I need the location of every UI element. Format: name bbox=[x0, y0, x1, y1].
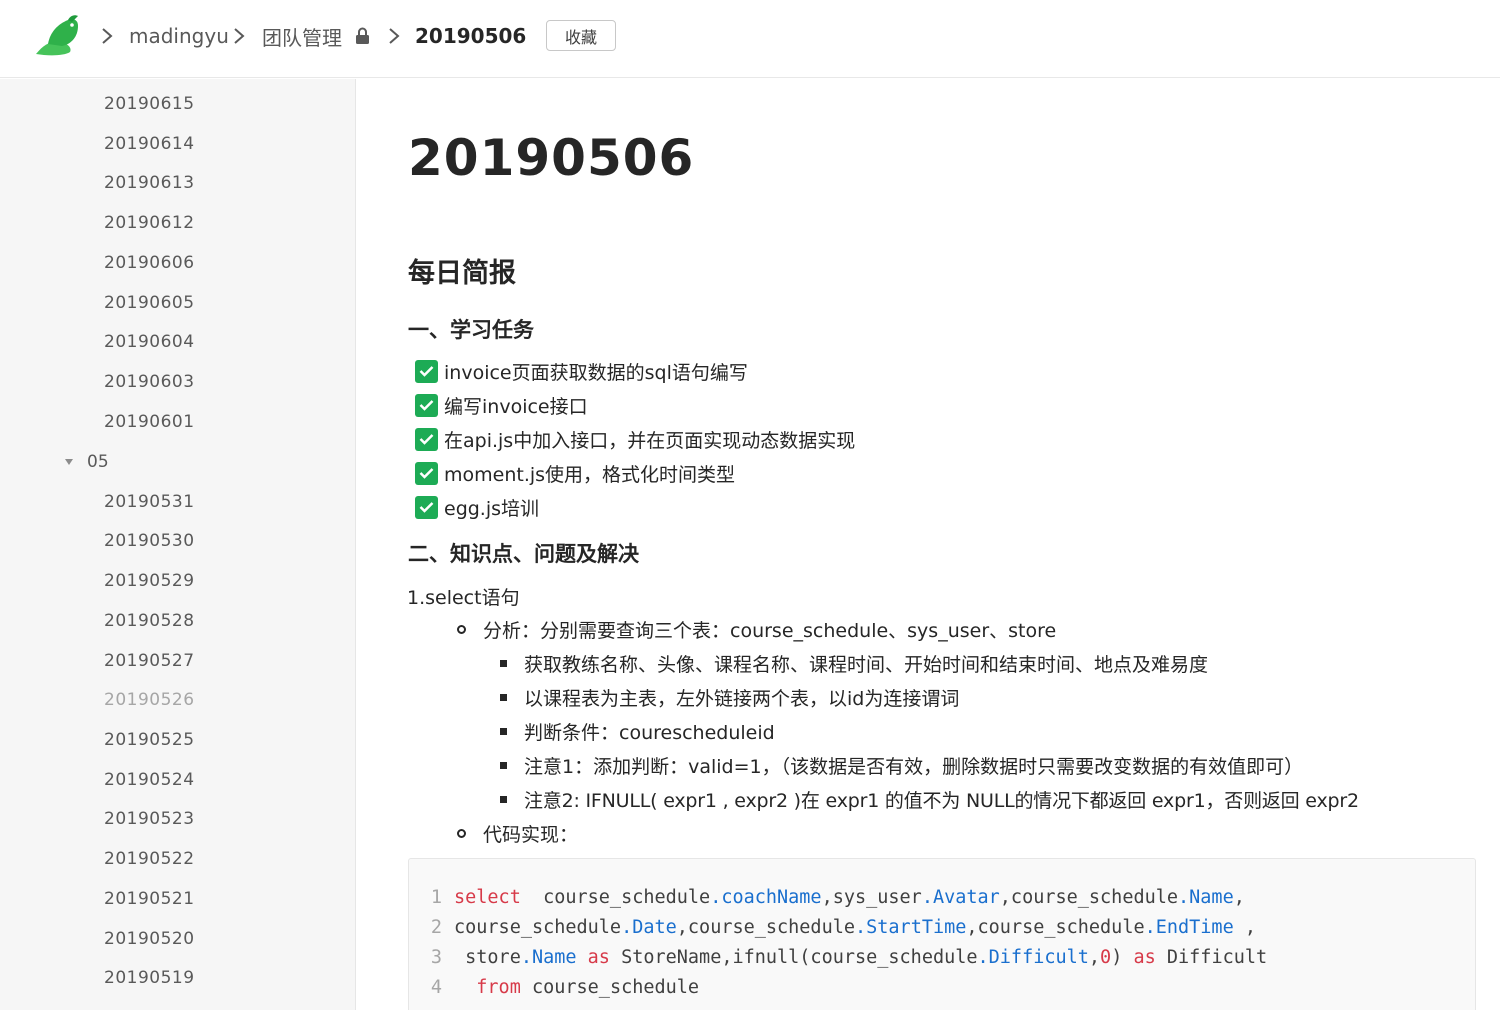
task-item: invoice页面获取数据的sql语句编写 bbox=[415, 357, 748, 385]
task-label: invoice页面获取数据的sql语句编写 bbox=[444, 361, 748, 384]
sidebar-item[interactable]: 20190520 bbox=[104, 927, 195, 951]
favorite-button[interactable]: 收藏 bbox=[546, 20, 616, 51]
checkbox-checked-icon[interactable] bbox=[415, 427, 438, 451]
list-item-text: 获取教练名称、头像、课程名称、课程时间、开始时间和结束时间、地点及难易度 bbox=[524, 653, 1209, 676]
list-item-analysis: 分析：分别需要查询三个表：course_schedule、sys_user、st… bbox=[457, 615, 1056, 643]
sidebar-item[interactable]: 20190601 bbox=[104, 410, 195, 434]
line-number: 3 bbox=[430, 947, 442, 968]
hollow-bullet-icon bbox=[457, 828, 466, 838]
code-line: 1 select course_schedule.coachName,sys_us… bbox=[409, 885, 1245, 911]
sidebar-item[interactable]: 20190528 bbox=[104, 609, 195, 633]
heading-knowledge: 二、知识点、问题及解决 bbox=[408, 542, 639, 566]
top-header: madingyu 团队管理 20190506 收藏 bbox=[0, 0, 1500, 78]
breadcrumb-team[interactable]: 团队管理 bbox=[262, 22, 342, 50]
line-number: 2 bbox=[430, 917, 442, 938]
checkbox-checked-icon[interactable] bbox=[415, 461, 438, 485]
sidebar-item[interactable]: 20190522 bbox=[104, 847, 195, 871]
line-number: 4 bbox=[430, 977, 442, 998]
list-item: 注意1：添加判断：valid=1，（该数据是否有效，删除数据时只需要改变数据的有… bbox=[500, 751, 1303, 779]
sidebar-item[interactable]: 20190523 bbox=[104, 807, 195, 831]
sidebar-item[interactable]: 20190613 bbox=[104, 171, 195, 195]
task-item: egg.js培训 bbox=[415, 493, 539, 521]
sidebar-item[interactable]: 20190519 bbox=[104, 966, 195, 990]
sidebar-group-label: 05 bbox=[87, 452, 109, 472]
list-item-text: 以课程表为主表，左外链接两个表，以id为连接谓词 bbox=[524, 687, 960, 710]
task-label: 编写invoice接口 bbox=[444, 395, 588, 418]
sidebar-item[interactable]: 20190604 bbox=[104, 330, 195, 354]
list-item: 判断条件：courescheduleid bbox=[500, 717, 775, 745]
square-bullet-icon bbox=[500, 727, 507, 735]
sidebar-item[interactable]: 20190531 bbox=[104, 490, 195, 514]
checkbox-checked-icon[interactable] bbox=[415, 359, 438, 383]
code-line: 4 from course_schedule bbox=[409, 975, 699, 1001]
sidebar-item[interactable]: 20190605 bbox=[104, 291, 195, 315]
task-label: 在api.js中加入接口，并在页面实现动态数据实现 bbox=[444, 429, 856, 452]
code-text: course_schedule.Date,course_schedule.Sta… bbox=[454, 917, 1256, 938]
logo-bird-icon[interactable] bbox=[34, 14, 82, 58]
task-item: 在api.js中加入接口，并在页面实现动态数据实现 bbox=[415, 425, 855, 453]
page-title: 20190506 bbox=[408, 129, 695, 187]
square-bullet-icon bbox=[500, 761, 507, 769]
sidebar-doc-tree: 20190615 20190614 20190613 20190612 2019… bbox=[0, 79, 356, 1010]
task-label: egg.js培训 bbox=[444, 497, 540, 520]
sidebar-item[interactable]: 20190529 bbox=[104, 569, 195, 593]
square-bullet-icon bbox=[500, 795, 507, 803]
code-line: 2 course_schedule.Date,course_schedule.St… bbox=[409, 915, 1256, 941]
paragraph-select: 1.select语句 bbox=[407, 587, 520, 609]
breadcrumb-user[interactable]: madingyu bbox=[129, 22, 229, 50]
caret-down-icon bbox=[65, 459, 73, 465]
sidebar-item[interactable]: 20190612 bbox=[104, 211, 195, 235]
sidebar-item[interactable]: 20190524 bbox=[104, 768, 195, 792]
document-body: 20190506 每日简报 一、学习任务 invoice页面获取数据的sql语句… bbox=[357, 79, 1500, 1010]
list-item-text: 分析：分别需要查询三个表：course_schedule、sys_user、st… bbox=[483, 619, 1057, 642]
task-item: moment.js使用，格式化时间类型 bbox=[415, 459, 735, 487]
sidebar-item[interactable]: 20190614 bbox=[104, 132, 195, 156]
list-item-text: 判断条件：courescheduleid bbox=[524, 721, 775, 744]
lock-icon bbox=[356, 27, 369, 44]
code-text: store.Name as StoreName,ifnull(course_sc… bbox=[454, 947, 1268, 968]
code-line: 3 store.Name as StoreName,ifnull(course_… bbox=[409, 945, 1267, 971]
sidebar-item[interactable]: 20190525 bbox=[104, 728, 195, 752]
sidebar-group-toggle[interactable]: 05 bbox=[62, 450, 109, 474]
code-block[interactable]: 1 select course_schedule.coachName,sys_us… bbox=[408, 858, 1476, 1010]
code-text: from course_schedule bbox=[476, 977, 700, 998]
square-bullet-icon bbox=[500, 693, 507, 701]
sidebar-item[interactable]: 20190530 bbox=[104, 529, 195, 553]
task-item: 编写invoice接口 bbox=[415, 391, 588, 419]
sidebar-item[interactable]: 20190603 bbox=[104, 370, 195, 394]
list-item: 注意2: IFNULL( expr1 , expr2 )在 expr1 的值不为… bbox=[500, 785, 1359, 813]
sidebar-item-active[interactable]: 20190526 bbox=[104, 688, 195, 712]
square-bullet-icon bbox=[500, 659, 507, 667]
list-item: 以课程表为主表，左外链接两个表，以id为连接谓词 bbox=[500, 683, 959, 711]
line-number: 1 bbox=[430, 887, 442, 908]
breadcrumb-doc: 20190506 bbox=[415, 24, 527, 48]
heading-learning-tasks: 一、学习任务 bbox=[408, 318, 534, 342]
checkbox-checked-icon[interactable] bbox=[415, 393, 438, 417]
breadcrumb-chevron-icon bbox=[389, 28, 400, 44]
list-item-text: 注意2: IFNULL( expr1 , expr2 )在 expr1 的值不为… bbox=[524, 789, 1359, 812]
checkbox-checked-icon[interactable] bbox=[415, 495, 438, 519]
sidebar-item[interactable]: 20190527 bbox=[104, 649, 195, 673]
heading-daily-report: 每日简报 bbox=[408, 258, 516, 289]
sidebar-item[interactable]: 20190606 bbox=[104, 251, 195, 275]
list-item: 获取教练名称、头像、课程名称、课程时间、开始时间和结束时间、地点及难易度 bbox=[500, 649, 1208, 677]
hollow-bullet-icon bbox=[457, 624, 466, 634]
list-item-code-label: 代码实现： bbox=[457, 819, 578, 847]
breadcrumb-chevron-icon bbox=[102, 28, 113, 44]
list-item-text: 注意1：添加判断：valid=1，（该数据是否有效，删除数据时只需要改变数据的有… bbox=[524, 755, 1304, 778]
breadcrumb-chevron-icon bbox=[234, 28, 245, 44]
sidebar-item[interactable]: 20190521 bbox=[104, 887, 195, 911]
sidebar-item[interactable]: 20190615 bbox=[104, 92, 195, 116]
list-item-text: 代码实现： bbox=[483, 823, 579, 846]
task-label: moment.js使用，格式化时间类型 bbox=[444, 463, 736, 486]
code-text: select course_schedule.coachName,sys_use… bbox=[454, 887, 1245, 908]
